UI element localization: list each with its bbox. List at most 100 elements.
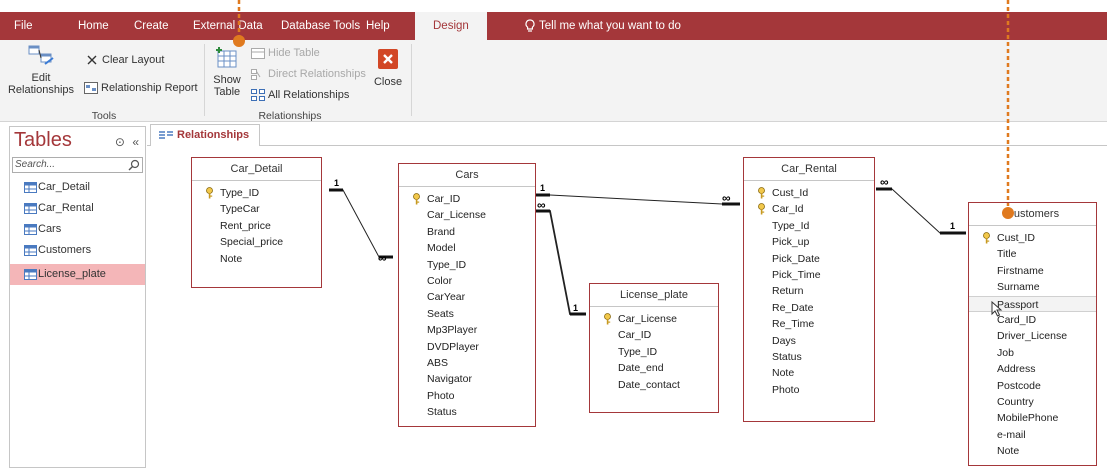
table-title[interactable]: Car_Rental xyxy=(744,158,874,181)
field-row[interactable]: Re_Date xyxy=(744,300,874,316)
field-row[interactable]: Pick_up xyxy=(744,234,874,250)
field-name: Type_ID xyxy=(618,345,658,358)
field-name: Type_Id xyxy=(772,219,810,232)
tab-file[interactable]: File xyxy=(10,12,37,40)
tab-help[interactable]: Help xyxy=(362,12,394,40)
field-row[interactable]: MobilePhone xyxy=(969,410,1096,426)
field-row[interactable]: Date_contact xyxy=(590,377,718,393)
table-cars[interactable]: Cars Car_ID Car_License Brand Model Type_ID C… xyxy=(398,163,536,427)
field-row[interactable]: Seats xyxy=(399,306,535,322)
tab-create[interactable]: Create xyxy=(130,12,173,40)
nav-item-label: License_plate xyxy=(38,268,106,280)
field-row[interactable]: Pick_Date xyxy=(744,251,874,267)
nav-item-license-plate[interactable]: License_plate xyxy=(10,264,145,285)
field-row[interactable]: Photo xyxy=(744,382,874,398)
field-row[interactable]: Address xyxy=(969,361,1096,377)
field-row[interactable]: Date_end xyxy=(590,360,718,376)
field-row[interactable]: Type_ID xyxy=(590,344,718,360)
field-row[interactable]: e-mail xyxy=(969,427,1096,443)
table-car-detail[interactable]: Car_Detail Type_ID TypeCar Rent_price Speci… xyxy=(191,157,322,288)
field-row[interactable]: Navigator xyxy=(399,371,535,387)
nav-item-label: Cars xyxy=(38,223,62,235)
field-row[interactable]: Car_ID xyxy=(399,191,535,207)
field-row[interactable]: Title xyxy=(969,246,1096,262)
field-row[interactable]: Country xyxy=(969,394,1096,410)
field-row[interactable]: Days xyxy=(744,333,874,349)
field-row[interactable]: Return xyxy=(744,283,874,299)
nav-item-cars[interactable]: Cars xyxy=(10,219,145,240)
field-row[interactable]: TypeCar xyxy=(192,201,321,217)
edit-relationships-button[interactable]: Edit Relationships xyxy=(2,44,80,96)
table-license-plate[interactable]: License_plate Car_License Car_ID Type_ID Da… xyxy=(589,283,719,413)
relationship-report-button[interactable]: Relationship Report xyxy=(84,82,198,95)
show-table-icon xyxy=(216,47,237,68)
field-row[interactable]: Type_Id xyxy=(744,218,874,234)
field-row[interactable]: Job xyxy=(969,345,1096,361)
tab-design[interactable]: Design xyxy=(415,12,487,40)
field-row[interactable]: Type_ID xyxy=(192,185,321,201)
field-row[interactable]: Color xyxy=(399,273,535,289)
field-row[interactable]: Status xyxy=(399,404,535,420)
nav-item-customers[interactable]: Customers xyxy=(10,240,145,261)
field-name: Navigator xyxy=(427,373,472,386)
table-title[interactable]: Car_Detail xyxy=(192,158,321,181)
tell-me-box[interactable]: Tell me what you want to do xyxy=(524,12,681,40)
table-customers[interactable]: Customers Cust_ID Title Firstname Surname Pa… xyxy=(968,202,1097,466)
field-row[interactable]: Car_Id xyxy=(744,201,874,217)
field-row[interactable]: Re_Time xyxy=(744,316,874,332)
field-row[interactable]: Surname xyxy=(969,279,1096,295)
field-row[interactable]: Car_License xyxy=(399,207,535,223)
table-title[interactable]: Cars xyxy=(399,164,535,187)
tab-home[interactable]: Home xyxy=(74,12,113,40)
clear-layout-button[interactable]: Clear Layout xyxy=(86,54,164,66)
close-button[interactable]: Close xyxy=(370,48,406,88)
field-row[interactable]: Card_ID xyxy=(969,312,1096,328)
field-row[interactable]: Driver_License xyxy=(969,328,1096,344)
field-row[interactable]: Car_ID xyxy=(590,327,718,343)
direct-relationships-button[interactable]: Direct Relationships xyxy=(251,68,366,80)
field-row[interactable]: Cust_Id xyxy=(744,185,874,201)
field-row[interactable]: Note xyxy=(744,365,874,381)
nav-search-input[interactable]: Search... xyxy=(12,157,143,173)
field-row[interactable]: Note xyxy=(192,251,321,267)
field-row[interactable]: Note xyxy=(969,443,1096,459)
field-row[interactable]: Firstname xyxy=(969,263,1096,279)
table-title[interactable]: License_plate xyxy=(590,284,718,307)
tab-database-tools[interactable]: Database Tools xyxy=(277,12,364,40)
field-row[interactable]: Mp3Player xyxy=(399,322,535,338)
field-list: Car_ID Car_License Brand Model Type_ID Color C… xyxy=(399,187,535,420)
nav-item-car-rental[interactable]: Car_Rental xyxy=(10,198,145,219)
field-row[interactable]: Car_License xyxy=(590,311,718,327)
field-name: Driver_License xyxy=(997,330,1068,343)
field-row[interactable]: Postcode xyxy=(969,378,1096,394)
edit-relationships-label-1: Edit xyxy=(31,72,51,84)
hide-table-button[interactable]: Hide Table xyxy=(251,47,320,59)
all-relationships-button[interactable]: All Relationships xyxy=(251,89,349,102)
field-row[interactable]: Model xyxy=(399,240,535,256)
search-icon[interactable] xyxy=(128,159,140,171)
table-title[interactable]: Customers xyxy=(969,203,1096,226)
nav-collapse-icon[interactable]: « xyxy=(132,135,139,149)
field-row[interactable]: Photo xyxy=(399,388,535,404)
show-table-button[interactable]: Show Table xyxy=(210,46,244,98)
field-name: Car_License xyxy=(618,313,677,325)
field-row[interactable]: ABS xyxy=(399,355,535,371)
primary-key-icon xyxy=(604,313,611,325)
field-row[interactable]: Rent_price xyxy=(192,218,321,234)
field-name: Cust_Id xyxy=(772,187,809,199)
tab-external-data[interactable]: External Data xyxy=(189,12,267,40)
field-row[interactable]: Status xyxy=(744,349,874,365)
nav-menu-icon[interactable]: ⊙ xyxy=(115,135,125,149)
field-row[interactable]: Pick_Time xyxy=(744,267,874,283)
field-row[interactable]: Brand xyxy=(399,224,535,240)
field-row[interactable]: Special_price xyxy=(192,234,321,250)
field-row[interactable]: Type_ID xyxy=(399,257,535,273)
table-car-rental[interactable]: Car_Rental Cust_Id Car_Id Type_Id Pick_up Pi… xyxy=(743,157,875,422)
field-row[interactable]: Passport xyxy=(969,295,1096,312)
field-row[interactable]: Cust_ID xyxy=(969,230,1096,246)
field-name: Rent_price xyxy=(220,219,271,232)
document-tab-relationships[interactable]: Relationships xyxy=(150,124,261,146)
field-row[interactable]: DVDPlayer xyxy=(399,339,535,355)
field-row[interactable]: CarYear xyxy=(399,289,535,305)
nav-item-car-detail[interactable]: Car_Detail xyxy=(10,177,145,198)
